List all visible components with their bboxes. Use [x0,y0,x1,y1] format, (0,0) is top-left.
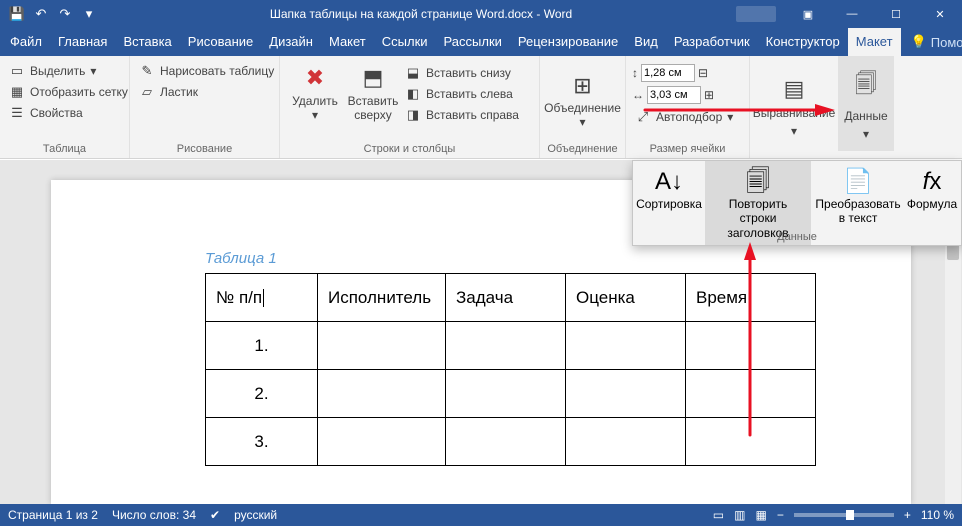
select-icon: ▭ [9,63,25,79]
group-merge-label: Объединение [546,141,619,158]
tab-view[interactable]: Вид [626,28,666,56]
tab-mailings[interactable]: Рассылки [436,28,510,56]
width-input[interactable] [647,86,701,104]
maximize-icon[interactable]: ☐ [874,0,918,28]
data-button[interactable]: 🗐 Данные ▾ [838,56,894,151]
tab-constructor[interactable]: Конструктор [758,28,848,56]
data-dropdown-panel: А↓Сортировка 🗐Повторить строки заголовко… [632,160,962,246]
tab-design[interactable]: Дизайн [261,28,321,56]
qat-dropdown-icon[interactable]: ▾ [80,5,98,23]
undo-icon[interactable]: ↶ [32,5,50,23]
eraser-icon: ▱ [139,84,155,100]
minimize-icon[interactable]: — [830,0,874,28]
table-row: № п/п Исполнитель Задача Оценка Время [206,274,816,322]
formula-icon: fx [923,167,942,197]
word-table[interactable]: № п/п Исполнитель Задача Оценка Время 1.… [205,273,816,466]
view-web-icon[interactable]: ▦ [755,508,766,522]
ribbon: ▭Выделить ▾ ▦Отобразить сетку ☰Свойства … [0,56,962,159]
tab-draw[interactable]: Рисование [180,28,261,56]
view-print-icon[interactable]: ▥ [734,508,745,522]
insert-right-icon: ◨ [405,107,421,123]
pencil-icon: ✎ [139,63,155,79]
ribbon-options-icon[interactable]: ▣ [786,0,830,28]
status-page[interactable]: Страница 1 из 2 [8,508,98,522]
height-input[interactable] [641,64,695,82]
merge-icon: ⊞ [569,71,597,99]
status-spellcheck-icon[interactable]: ✔ [210,508,220,522]
insert-below-button[interactable]: ⬓Вставить снизу [402,62,522,83]
tab-file[interactable]: Файл [2,28,50,56]
tab-insert[interactable]: Вставка [115,28,179,56]
redo-icon[interactable]: ↷ [56,5,74,23]
table-row: 1. [206,322,816,370]
view-read-icon[interactable]: ▭ [713,508,724,522]
insert-left-icon: ◧ [405,86,421,102]
dropdown-group-label: Данные [633,231,961,243]
sort-icon: А↓ [655,167,683,197]
col-width-field[interactable]: ↔⊞ [632,84,736,105]
properties-button[interactable]: ☰Свойства [6,102,131,123]
data-icon: 🗐 [855,67,877,105]
properties-icon: ☰ [9,105,25,121]
alignment-button[interactable]: ▤ Выравнивание▾ [750,56,838,158]
account-badge[interactable] [736,6,776,22]
zoom-slider[interactable] [794,513,894,517]
width-icon: ↔ [632,88,644,102]
convert-icon: 📄 [843,167,873,197]
tab-table-layout[interactable]: Макет [848,28,901,56]
ribbon-tabs: Файл Главная Вставка Рисование Дизайн Ма… [0,28,962,56]
insert-below-icon: ⬓ [405,65,421,81]
group-table-label: Таблица [6,141,123,158]
tab-home[interactable]: Главная [50,28,115,56]
table-row: 3. [206,418,816,466]
insert-above-button[interactable]: ⬒Вставить сверху [344,60,402,141]
close-icon[interactable]: ✕ [918,0,962,28]
group-rowscols-label: Строки и столбцы [286,141,533,158]
repeat-header-icon: 🗐 [746,167,770,197]
bulb-icon: 💡 [911,34,927,50]
row-height-field[interactable]: ↕⊟ [632,62,736,83]
insert-left-button[interactable]: ◧Вставить слева [402,83,522,104]
tab-references[interactable]: Ссылки [374,28,436,56]
autofit-button[interactable]: ⤢Автоподбор ▾ [632,106,736,127]
insert-above-icon: ⬒ [359,64,387,92]
align-icon: ▤ [784,76,805,102]
title-bar: 💾 ↶ ↷ ▾ Шапка таблицы на каждой странице… [0,0,962,28]
delete-icon: ✖ [301,64,329,92]
save-icon[interactable]: 💾 [8,5,26,23]
insert-right-button[interactable]: ◨Вставить справа [402,104,522,125]
zoom-out-icon[interactable]: − [777,508,784,522]
table-row: 2. [206,370,816,418]
group-draw-label: Рисование [136,141,273,158]
grid-icon: ▦ [9,84,25,100]
zoom-value[interactable]: 110 % [921,508,954,522]
draw-table-button[interactable]: ✎Нарисовать таблицу [136,60,277,81]
status-language[interactable]: русский [234,508,277,522]
distribute-rows-icon[interactable]: ⊟ [698,66,708,80]
distribute-cols-icon[interactable]: ⊞ [704,88,714,102]
delete-button[interactable]: ✖Удалить▾ [286,60,344,141]
status-bar: Страница 1 из 2 Число слов: 34 ✔ русский… [0,504,962,526]
height-icon: ↕ [632,66,638,80]
table-caption[interactable]: Таблица 1 [205,250,851,267]
merge-button[interactable]: ⊞Объединение▾ [543,67,623,134]
tab-layout[interactable]: Макет [321,28,374,56]
eraser-button[interactable]: ▱Ластик [136,81,277,102]
group-cellsize-label: Размер ячейки [632,141,743,158]
autofit-icon: ⤢ [635,109,651,125]
window-title: Шапка таблицы на каждой странице Word.do… [106,7,736,21]
tab-developer[interactable]: Разработчик [666,28,758,56]
show-grid-button[interactable]: ▦Отобразить сетку [6,81,131,102]
text-cursor [263,289,264,307]
status-words[interactable]: Число слов: 34 [112,508,196,522]
zoom-in-icon[interactable]: + [904,508,911,522]
select-button[interactable]: ▭Выделить ▾ [6,60,131,81]
help-search[interactable]: 💡Помощь [901,34,962,50]
tab-review[interactable]: Рецензирование [510,28,626,56]
